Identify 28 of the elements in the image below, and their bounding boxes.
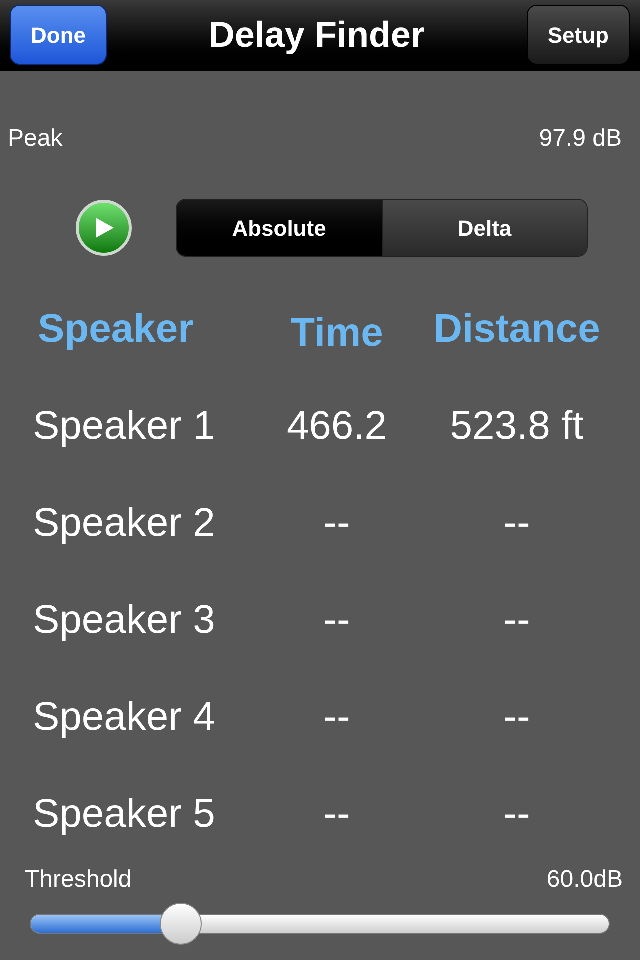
column-header: Time [290,310,384,357]
table-cell-text: -- [322,500,352,546]
table-cell-text: -- [502,500,532,546]
table-cell-text: -- [322,790,352,838]
table-cell-text: 466.2 [286,402,388,450]
threshold-reading: 60.0dB [546,865,623,895]
mode-tab[interactable]: Absolute [177,200,382,256]
table-cell-text: Speaker 2 [32,500,216,546]
table-cell-text: -- [322,596,352,644]
peak-value: 97.9 dB [539,124,622,154]
table-cell-text: -- [502,596,532,644]
table-cell-text: Speaker 1 [32,402,216,450]
window-title: Delay Finder [208,13,425,57]
table-cell-text: 523.8 ft [449,402,585,450]
mode-tab[interactable]: Delta [382,200,587,256]
table-cell-text: -- [322,694,352,740]
setup-button[interactable]: Setup [526,5,630,65]
table-cell-text: Speaker 3 [32,596,216,644]
threshold-label: Threshold [25,865,132,895]
done-button[interactable]: Done [10,5,107,65]
column-header: Speaker [37,306,195,353]
column-header: Distance [432,306,602,353]
slider-thumb[interactable] [160,903,202,945]
peak-label: Peak [8,124,63,154]
table-cell-text: -- [502,694,532,740]
table-cell-text: -- [502,790,532,838]
table-cell-text: Speaker 4 [32,694,216,740]
table-cell-text: Speaker 5 [32,790,216,838]
